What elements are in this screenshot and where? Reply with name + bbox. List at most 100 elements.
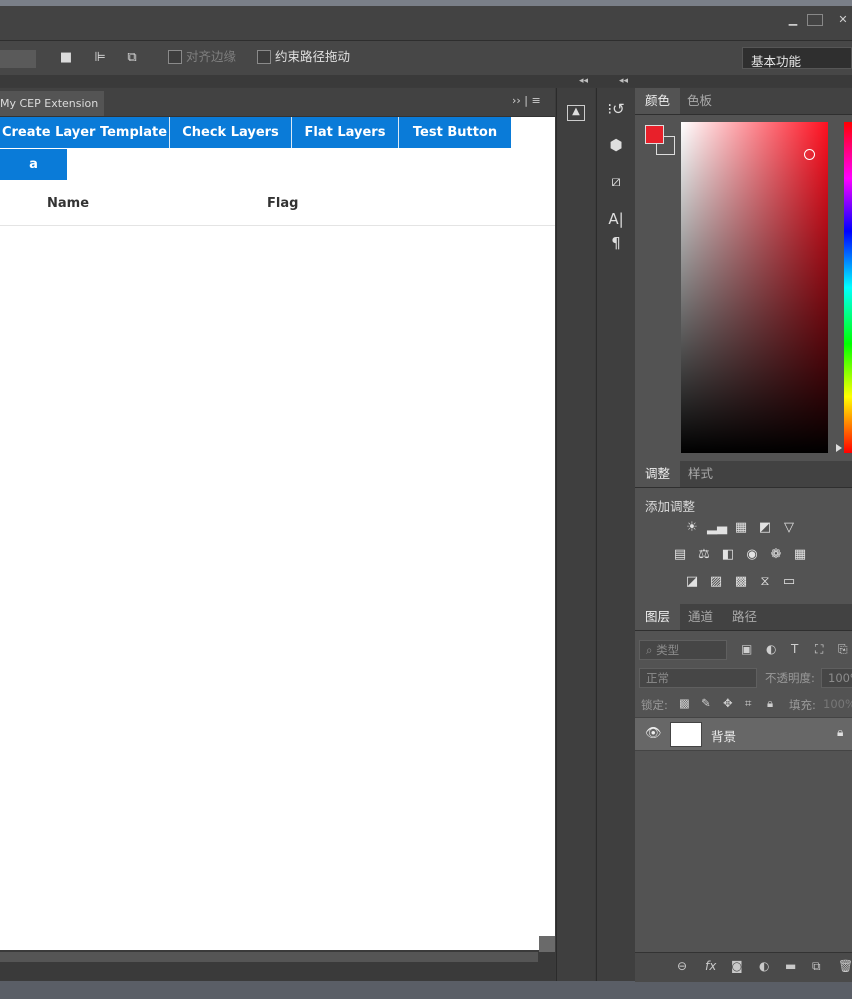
layer-row[interactable]: 👁︎ 背景 🔒︎	[635, 717, 852, 751]
cep-panel-body: Create Layer Template Check Layers Flat …	[0, 117, 555, 950]
tab-swatches[interactable]: 色板	[677, 88, 722, 114]
photo-filter-icon[interactable]: ◉	[743, 547, 761, 563]
extension-panel-icon[interactable]: ▲	[557, 94, 595, 124]
lock-all-icon[interactable]: 🔒︎	[767, 696, 773, 711]
options-left-segment[interactable]	[0, 50, 36, 68]
history-icon[interactable]: ⁝↺	[597, 94, 635, 124]
workspace-select[interactable]: 基本功能	[742, 47, 852, 69]
arrange-layers-icon[interactable]: ⧉	[122, 49, 142, 67]
lock-label: 锁定:	[641, 698, 668, 712]
layer-filter-select[interactable]: ⌕ 类型	[639, 640, 727, 660]
channel-mixer-icon[interactable]: ❁	[767, 547, 785, 563]
color-balance-icon[interactable]: ⚖	[695, 547, 713, 563]
blend-mode-select[interactable]: 正常	[639, 668, 757, 688]
lock-transparent-icon[interactable]: ▩	[679, 696, 690, 710]
tab-color[interactable]: 颜色	[635, 88, 681, 114]
layers-panel-footer: ⊖ fx ◙ ◐ ▬ ⧉ 🗑︎	[635, 952, 852, 982]
new-group-icon[interactable]: ▬	[785, 959, 796, 973]
invert-icon[interactable]: ◪	[683, 574, 701, 590]
panel-menu-icon[interactable]: ›› | ≡	[512, 94, 541, 107]
character-icon[interactable]: A|	[597, 204, 635, 228]
color-lookup-icon[interactable]: ▦	[791, 547, 809, 563]
vibrance-icon[interactable]: ▽	[780, 520, 798, 536]
desktop-bottom-strip	[0, 981, 852, 999]
resize-grip[interactable]	[539, 936, 555, 952]
lock-pixels-icon[interactable]: ✎	[701, 696, 711, 710]
paragraph-icon[interactable]: ¶	[597, 228, 635, 252]
lock-artboard-icon[interactable]: ⌗	[745, 696, 751, 711]
eye-icon[interactable]: 👁︎	[645, 726, 662, 741]
filter-pixel-icon[interactable]: ▣	[741, 642, 752, 656]
add-mask-icon[interactable]: ◙	[731, 959, 743, 973]
lock-position-icon[interactable]: ✥	[723, 696, 733, 710]
align-edges-checkbox[interactable]	[168, 50, 182, 64]
close-button[interactable]: ✕	[832, 13, 852, 27]
title-bar: ▁ ✕	[0, 6, 852, 41]
flat-layers-button[interactable]: Flat Layers	[292, 117, 399, 148]
exposure-icon[interactable]: ◩	[756, 520, 774, 536]
maximize-button[interactable]	[807, 14, 823, 26]
filter-adjustment-icon[interactable]: ◐	[766, 642, 776, 656]
3d-icon[interactable]: ⬢	[597, 130, 635, 160]
delete-layer-icon[interactable]: 🗑︎	[838, 959, 852, 973]
brush-settings-icon[interactable]: ⧄	[597, 166, 635, 196]
curves-icon[interactable]: ▦	[732, 520, 750, 536]
filter-smart-object-icon[interactable]: ⎘	[838, 642, 848, 657]
gradient-map-icon[interactable]: ▭	[780, 574, 798, 590]
check-layers-button[interactable]: Check Layers	[170, 117, 292, 148]
hue-saturation-icon[interactable]: ▤	[671, 547, 689, 563]
hue-slider-handle[interactable]	[836, 444, 842, 452]
selective-color-icon[interactable]: ⧖	[756, 574, 774, 590]
brightness-contrast-icon[interactable]: ☀	[683, 520, 701, 536]
a-button[interactable]: a	[0, 149, 67, 180]
color-picker-cursor[interactable]	[804, 149, 815, 160]
panel-collapse-row: ◂◂ ◂◂	[0, 75, 852, 87]
extension-dock: ▲	[556, 88, 595, 981]
color-panel-tabs: 颜色 色板	[635, 88, 852, 115]
stop-square-icon[interactable]: ■	[56, 49, 76, 67]
cep-panel-tab[interactable]: My CEP Extension	[0, 91, 105, 116]
fill-field[interactable]: 100%	[823, 697, 852, 711]
black-white-icon[interactable]: ◧	[719, 547, 737, 563]
minimize-button[interactable]: ▁	[782, 13, 804, 27]
fill-label: 填充:	[789, 698, 816, 712]
opacity-field[interactable]: 100%	[821, 668, 852, 688]
layer-thumbnail	[670, 722, 702, 747]
test-button[interactable]: Test Button	[399, 117, 511, 148]
tab-paths[interactable]: 路径	[722, 604, 767, 630]
cep-scrollbar[interactable]	[0, 936, 555, 980]
constrain-path-label: 约束路径拖动	[275, 49, 351, 64]
opacity-label: 不透明度:	[765, 671, 815, 685]
foreground-color-swatch[interactable]	[645, 125, 664, 144]
lock-icon[interactable]: 🔒︎	[837, 725, 843, 740]
scrollbar-track[interactable]	[0, 952, 538, 962]
tab-layers[interactable]: 图层	[635, 604, 681, 630]
layer-name[interactable]: 背景	[711, 726, 736, 745]
adjustments-panel-tabs: 调整 样式	[635, 461, 852, 488]
filter-shape-icon[interactable]: ⛶	[815, 642, 823, 657]
options-bar: ■ ⊫ ⧉ 对齐边缘 约束路径拖动 基本功能	[0, 41, 852, 76]
tab-adjustments[interactable]: 调整	[635, 461, 681, 487]
new-layer-icon[interactable]: ⧉	[812, 959, 821, 974]
tab-styles[interactable]: 样式	[678, 461, 723, 487]
column-header-name[interactable]: Name	[47, 196, 89, 211]
filter-kind-label: 类型	[656, 643, 680, 657]
column-header-flag[interactable]: Flag	[267, 196, 298, 211]
create-layer-template-button[interactable]: Create Layer Template	[0, 117, 170, 148]
tab-channels[interactable]: 通道	[678, 604, 723, 630]
collapse-dock-icon[interactable]: ◂◂	[579, 75, 588, 87]
posterize-icon[interactable]: ▨	[707, 574, 725, 590]
link-layers-icon[interactable]: ⊖	[677, 959, 687, 973]
align-edges-label: 对齐边缘	[186, 49, 237, 64]
align-left-icon[interactable]: ⊫	[90, 49, 110, 67]
filter-type-icon[interactable]: T	[791, 642, 798, 656]
color-picker-field[interactable]	[681, 122, 828, 453]
constrain-path-checkbox[interactable]	[257, 50, 271, 64]
levels-icon[interactable]: ▂▄	[707, 520, 727, 536]
hue-slider[interactable]	[844, 122, 852, 453]
collapse-panels-icon[interactable]: ◂◂	[619, 75, 628, 87]
fx-icon[interactable]: fx	[705, 959, 716, 973]
new-adjustment-layer-icon[interactable]: ◐	[759, 959, 769, 973]
threshold-icon[interactable]: ▩	[732, 574, 750, 590]
right-panel-stack: 颜色 色板 调整 样式 添加调整 ☀ ▂▄ ▦ ◩ ▽ ▤ ⚖ ◧ ◉ ❁ ▦ …	[635, 88, 852, 982]
